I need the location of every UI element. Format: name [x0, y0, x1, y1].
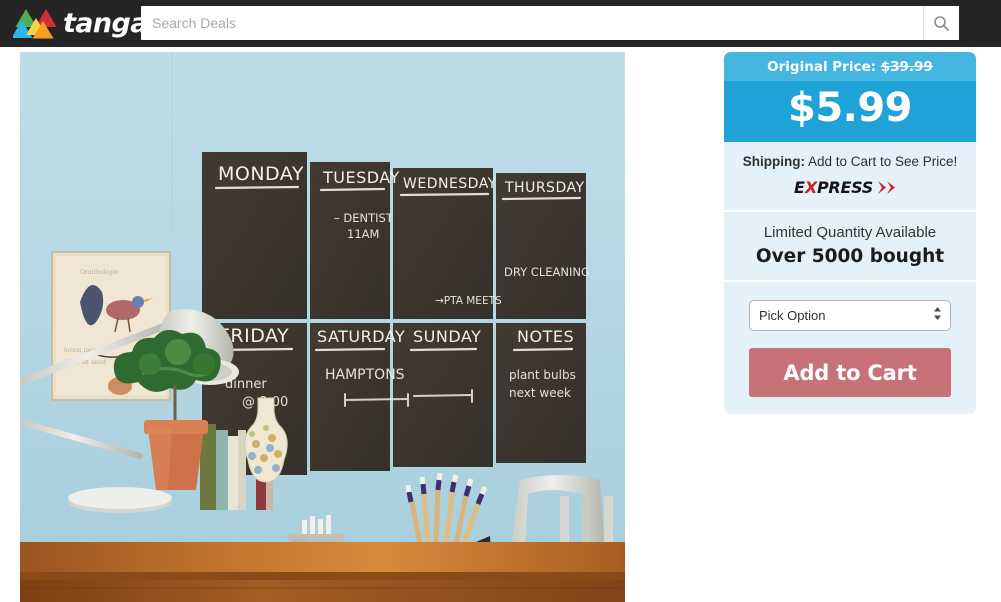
quantity-section: Limited Quantity Available Over 5000 bou… [724, 212, 976, 282]
logo-wordmark: tanga [63, 8, 149, 39]
svg-text:SATURDAY: SATURDAY [317, 327, 405, 346]
svg-text:MONDAY: MONDAY [218, 163, 304, 185]
shipping-label: Shipping: [742, 154, 805, 169]
add-to-cart-button[interactable]: Add to Cart [749, 348, 951, 397]
svg-text:DRY CLEANING: DRY CLEANING [504, 265, 590, 279]
limited-quantity-text: Limited Quantity Available [763, 224, 937, 241]
search-button[interactable] [923, 6, 959, 40]
original-price-value: $39.99 [880, 59, 933, 75]
svg-text:X: X [804, 178, 818, 197]
svg-text:WEDNESDAY: WEDNESDAY [403, 176, 497, 192]
original-price-label: Original Price: [767, 59, 877, 75]
product-image[interactable]: MONDAY TUESDAY WEDNESDAY THURSDAY – DENT… [20, 52, 625, 602]
svg-text:next week: next week [509, 386, 571, 400]
buy-panel: Original Price: $39.99 $5.99 Shipping: A… [724, 52, 976, 414]
original-price-bar: Original Price: $39.99 [724, 52, 976, 81]
svg-text:– DENTIST: – DENTIST [334, 211, 394, 225]
search-input[interactable] [141, 6, 923, 40]
search-icon [933, 15, 950, 32]
express-shipping-logo: E X PRESS [734, 178, 966, 197]
svg-text:NOTES: NOTES [517, 327, 574, 346]
deal-price-value: $5.99 [787, 85, 913, 131]
svg-text:HAMPTONS: HAMPTONS [325, 367, 405, 383]
search-bar [141, 6, 959, 40]
triangles-logo-icon [13, 7, 59, 41]
option-picker-wrap: Pick Option [724, 282, 976, 331]
deal-price-bar: $5.99 [724, 81, 976, 142]
option-select[interactable]: Pick Option [749, 300, 951, 331]
add-to-cart-wrap: Add to Cart [724, 331, 976, 397]
svg-text:TUESDAY: TUESDAY [322, 168, 400, 187]
svg-text:plant bulbs: plant bulbs [509, 368, 576, 382]
shipping-line: Shipping: Add to Cart to See Price! [734, 154, 966, 169]
svg-text:11AM: 11AM [347, 227, 379, 241]
shipping-value: Add to Cart to See Price! [807, 154, 958, 169]
site-header: tanga [0, 0, 1001, 47]
svg-text:→PTA MEETS: →PTA MEETS [435, 295, 502, 307]
svg-text:SUNDAY: SUNDAY [413, 327, 481, 346]
svg-text:PRESS: PRESS [817, 178, 873, 197]
site-logo[interactable]: tanga [13, 0, 149, 47]
svg-text:Ornithologie: Ornithologie [80, 269, 119, 276]
svg-text:THURSDAY: THURSDAY [504, 180, 585, 196]
bought-count-text: Over 5000 bought [755, 246, 945, 267]
shipping-section: Shipping: Add to Cart to See Price! E X … [724, 142, 976, 212]
svg-text:E: E [794, 178, 805, 197]
